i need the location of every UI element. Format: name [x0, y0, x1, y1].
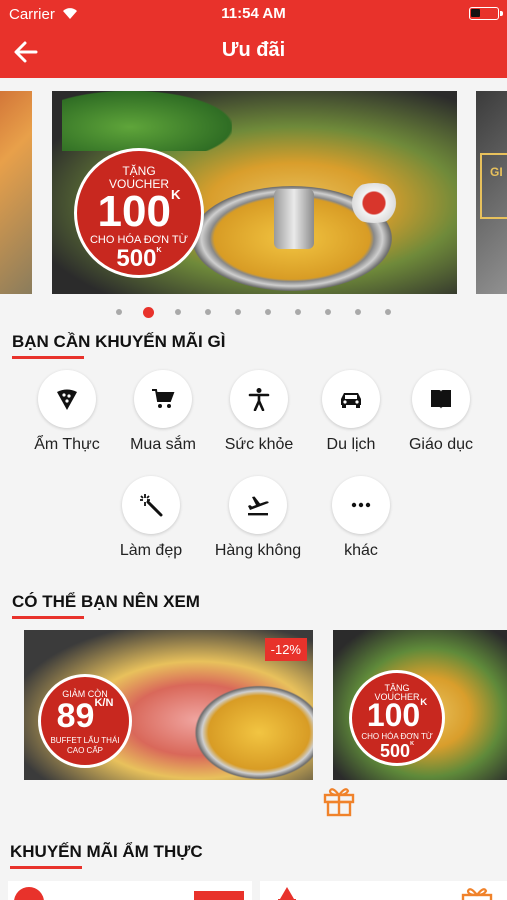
- carousel-dot[interactable]: [265, 309, 271, 315]
- person-icon: [248, 388, 270, 411]
- battery-icon: [469, 7, 503, 20]
- carousel-dot[interactable]: [175, 309, 181, 315]
- suggested-card-buffet[interactable]: -12% GIẢM CÒN 89K/N BUFFET LẨU THÁI CAO …: [24, 630, 313, 780]
- nav-bar: Ưu đãi: [0, 28, 507, 78]
- discount-badge: -12%: [264, 638, 307, 661]
- badge-min-value: 500K: [380, 741, 414, 761]
- category-circle: [412, 370, 470, 428]
- hotpot-chimney-image: [274, 189, 314, 249]
- section-underline: [10, 866, 82, 869]
- status-bar: Carrier 11:54 AM: [0, 0, 507, 28]
- category-circle: [122, 476, 180, 534]
- category-giao-duc[interactable]: Giáo dục: [391, 370, 491, 454]
- category-label: Làm đẹp: [119, 542, 183, 559]
- more-icon: [351, 502, 371, 508]
- category-label: Ẩm Thực: [34, 436, 100, 453]
- pizza-icon: [57, 389, 77, 410]
- category-du-lich[interactable]: Du lịch: [301, 370, 401, 454]
- food-promo-card[interactable]: [260, 881, 507, 900]
- banner-leaves-image: [62, 91, 232, 151]
- page-title: Ưu đãi: [221, 39, 286, 61]
- category-circle: [230, 370, 288, 428]
- carousel-dot[interactable]: [385, 309, 391, 315]
- banner-carousel[interactable]: TẶNG VOUCHER 100K CHO HÓA ĐƠN TỪ 500K GI: [0, 91, 507, 294]
- badge-line4: CAO CẤP: [66, 746, 103, 755]
- category-circle: [332, 476, 390, 534]
- voucher-badge: TẶNG VOUCHER 100K CHO HÓA ĐƠN TỪ 500K: [74, 148, 204, 278]
- brand-logo: [14, 887, 44, 900]
- section-title-food-promos: KHUYẾN MÃI ẨM THỰC: [10, 842, 203, 861]
- sauce-bowl-image: [344, 183, 404, 223]
- food-promo-card[interactable]: [8, 881, 252, 900]
- app-screen: Carrier 11:54 AM Ưu đãi TẶNG VOUCHER 100…: [0, 0, 507, 900]
- next-slide-label: GI: [480, 153, 507, 219]
- banner-slide-previous[interactable]: [0, 91, 32, 294]
- gift-icon[interactable]: [460, 885, 494, 900]
- carousel-dot[interactable]: [205, 309, 211, 315]
- gift-icon[interactable]: [322, 784, 356, 818]
- category-khac[interactable]: khác: [311, 476, 411, 560]
- category-circle: [38, 370, 96, 428]
- section-underline: [12, 356, 84, 359]
- car-icon: [341, 393, 361, 408]
- cart-icon: [152, 389, 175, 408]
- suggested-card-voucher[interactable]: TẶNG VOUCHER 100K CHO HÓA ĐƠN TỪ 500K: [333, 630, 507, 780]
- carousel-dot[interactable]: [325, 309, 331, 315]
- category-hang-khong[interactable]: Hàng không: [208, 476, 308, 560]
- magic-wand-icon: [140, 494, 163, 517]
- carousel-dot[interactable]: [116, 309, 122, 315]
- badge-value: 100K: [97, 187, 181, 236]
- brand-logo: [278, 887, 296, 900]
- hotpot-image: [194, 685, 313, 780]
- category-am-thuc[interactable]: Ẩm Thực: [17, 370, 117, 454]
- category-circle: [322, 370, 380, 428]
- section-title-promo-types: BẠN CẦN KHUYẾN MÃI GÌ: [12, 332, 226, 351]
- badge-min-value: 500K: [116, 245, 162, 272]
- section-underline: [12, 616, 84, 619]
- discount-badge: [194, 891, 244, 900]
- section-title-suggested: CÓ THỂ BẠN NÊN XEM: [12, 592, 200, 611]
- category-label: Hàng không: [214, 542, 302, 559]
- category-label: Du lịch: [326, 436, 376, 453]
- banner-slide-next[interactable]: GI: [476, 91, 507, 294]
- carousel-dot[interactable]: [235, 309, 241, 315]
- carousel-dot[interactable]: [355, 309, 361, 315]
- category-label: Mua sắm: [130, 436, 196, 453]
- promo-badge: GIẢM CÒN 89K/N BUFFET LẨU THÁI CAO CẤP: [38, 674, 132, 768]
- category-label: Sức khỏe: [224, 436, 294, 453]
- badge-value: 100K: [366, 697, 428, 733]
- banner-slide-current[interactable]: TẶNG VOUCHER 100K CHO HÓA ĐƠN TỪ 500K: [52, 91, 457, 294]
- category-label: khác: [344, 542, 378, 559]
- badge-line3: BUFFET LẨU THÁI: [50, 736, 120, 745]
- category-lam-dep[interactable]: Làm đẹp: [101, 476, 201, 560]
- app-header: Carrier 11:54 AM Ưu đãi: [0, 0, 507, 78]
- carousel-dot[interactable]: [295, 309, 301, 315]
- plane-takeoff-icon: [248, 496, 269, 516]
- carousel-dots: [0, 304, 507, 320]
- badge-line1: TẶNG: [122, 164, 156, 178]
- badge-line3: CHO HÓA ĐƠN TỪ: [361, 732, 433, 741]
- voucher-badge: TẶNG VOUCHER 100K CHO HÓA ĐƠN TỪ 500K: [349, 670, 445, 766]
- category-circle: [229, 476, 287, 534]
- category-mua-sam[interactable]: Mua sắm: [113, 370, 213, 454]
- badge-value: 89K/N: [56, 697, 114, 735]
- book-icon: [431, 390, 451, 409]
- category-suc-khoe[interactable]: Sức khỏe: [209, 370, 309, 454]
- status-time: 11:54 AM: [221, 5, 286, 22]
- category-label: Giáo dục: [408, 436, 474, 453]
- carousel-dot[interactable]: [143, 307, 154, 318]
- category-circle: [134, 370, 192, 428]
